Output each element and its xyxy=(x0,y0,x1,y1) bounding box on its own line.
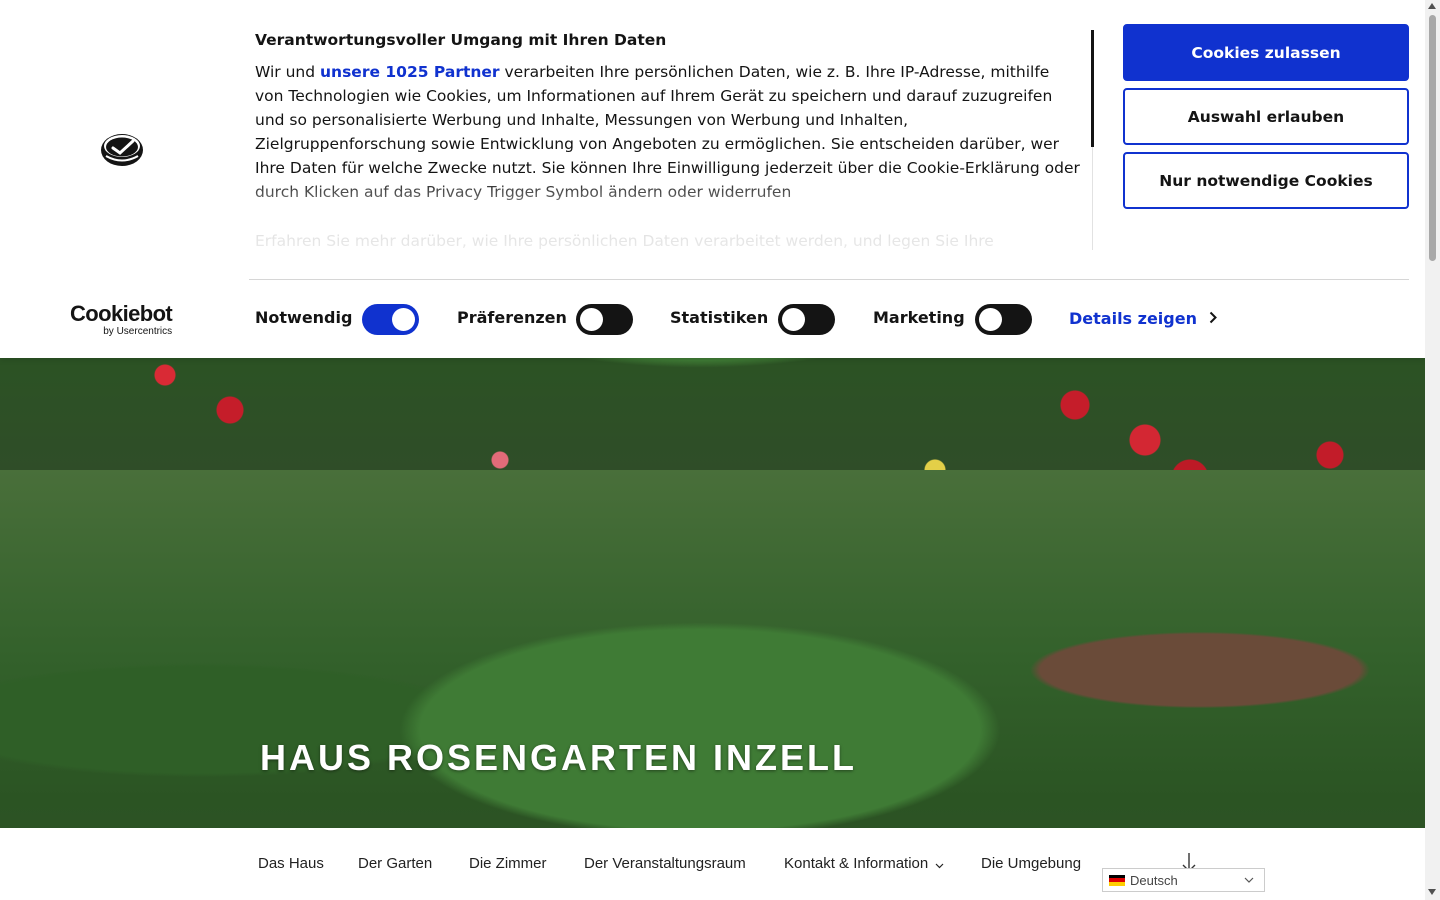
nav-item-das-haus[interactable]: Das Haus xyxy=(258,855,324,872)
scroll-up-arrow[interactable] xyxy=(1428,3,1436,9)
text-scroll-thumb[interactable] xyxy=(1091,30,1094,147)
chevron-down-icon xyxy=(935,856,944,873)
toggle-label-preferences: Präferenzen xyxy=(457,308,567,327)
allow-all-cookies-button[interactable]: Cookies zulassen xyxy=(1123,24,1409,81)
banner-text-more: Erfahren Sie mehr darüber, wie Ihre pers… xyxy=(255,232,994,250)
chevron-down-icon xyxy=(1244,873,1254,890)
page-scroll-thumb[interactable] xyxy=(1429,15,1436,261)
toggle-label-statistics: Statistiken xyxy=(670,308,769,327)
cookiebot-logo: Cookiebot by Usercentrics xyxy=(70,301,173,338)
cookie-consent-banner: Verantwortungsvoller Umgang mit Ihren Da… xyxy=(0,0,1425,358)
toggle-knob xyxy=(979,308,1002,331)
banner-text-prefix: Wir und xyxy=(255,63,321,81)
cookiebot-brand: Cookiebot xyxy=(70,301,173,326)
toggle-preferences[interactable] xyxy=(576,304,633,335)
toggle-label-necessary: Notwendig xyxy=(255,308,353,327)
nav-item-veranstaltungsraum[interactable]: Der Veranstaltungsraum xyxy=(584,855,746,872)
nav-item-die-zimmer[interactable]: Die Zimmer xyxy=(469,855,547,872)
banner-text-suffix: verarbeiten Ihre persönlichen Daten, wie… xyxy=(255,63,1080,201)
toggle-knob xyxy=(782,308,805,331)
language-label: Deutsch xyxy=(1130,872,1178,888)
text-scroll-track[interactable] xyxy=(1092,147,1093,250)
necessary-only-button[interactable]: Nur notwendige Cookies xyxy=(1123,152,1409,209)
toggle-marketing[interactable] xyxy=(975,304,1032,335)
toggle-necessary[interactable] xyxy=(362,304,419,335)
toggle-knob xyxy=(580,308,603,331)
nav-item-der-garten[interactable]: Der Garten xyxy=(358,855,432,872)
divider xyxy=(249,279,1409,280)
details-label: Details zeigen xyxy=(1069,309,1197,328)
toggle-knob xyxy=(392,308,415,331)
allow-selection-button[interactable]: Auswahl erlauben xyxy=(1123,88,1409,145)
nav-item-kontakt-label: Kontakt & Information xyxy=(784,855,929,872)
language-select[interactable]: Deutsch xyxy=(1102,868,1265,892)
banner-heading: Verantwortungsvoller Umgang mit Ihren Da… xyxy=(255,31,667,49)
nav-item-kontakt[interactable]: Kontakt & Information xyxy=(784,855,944,873)
cookiebot-by: by Usercentrics xyxy=(103,326,173,337)
partners-link[interactable]: unsere 1025 Partner xyxy=(320,63,500,81)
scroll-down-arrow[interactable] xyxy=(1428,889,1436,895)
privacy-trigger-icon xyxy=(100,132,145,172)
toggle-label-marketing: Marketing xyxy=(873,308,965,327)
site-title[interactable]: HAUS ROSENGARTEN INZELL xyxy=(260,737,857,779)
toggle-statistics[interactable] xyxy=(778,304,835,335)
german-flag-icon xyxy=(1109,874,1125,886)
nav-item-die-umgebung[interactable]: Die Umgebung xyxy=(981,855,1081,872)
banner-description: Wir und unsere 1025 Partner verarbeiten … xyxy=(255,60,1080,204)
details-link[interactable]: Details zeigen xyxy=(1069,309,1217,328)
chevron-right-icon xyxy=(1209,309,1217,328)
